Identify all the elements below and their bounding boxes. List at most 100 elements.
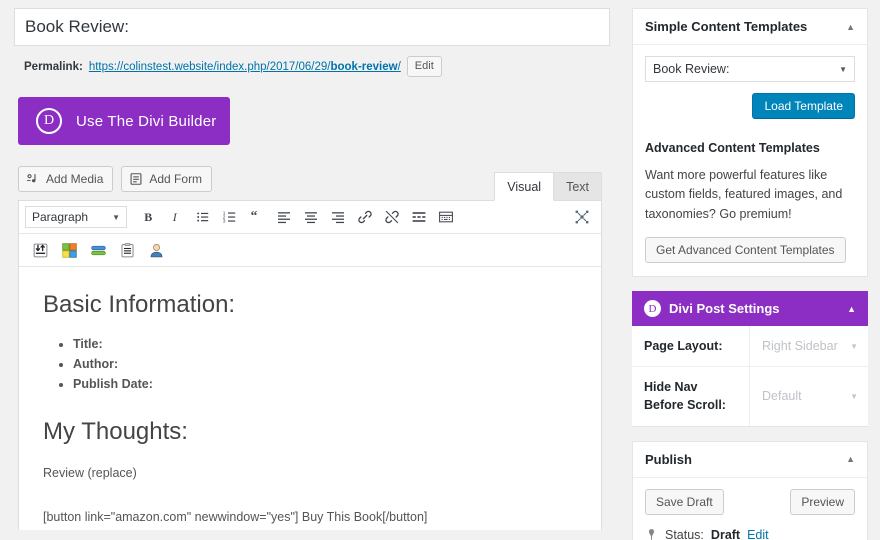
- list-view-icon[interactable]: [114, 238, 140, 262]
- post-editor-main-column: Permalink: https://colinstest.website/in…: [0, 0, 620, 540]
- status-row: Status: Draft Edit: [645, 528, 855, 540]
- svg-text:“: “: [251, 209, 258, 223]
- chevron-down-icon: ▼: [850, 392, 858, 401]
- add-media-icon: [26, 172, 40, 186]
- svg-text:3: 3: [223, 219, 226, 225]
- chevron-up-icon[interactable]: ▲: [846, 454, 855, 464]
- publish-actions-row: Save Draft Preview: [645, 489, 855, 515]
- insert-link-icon[interactable]: [352, 205, 378, 229]
- add-form-icon: [129, 172, 143, 186]
- editor-content-area[interactable]: Basic Information: Title: Author: Publis…: [19, 267, 601, 527]
- content-shortcode-paragraph: [button link="amazon.com" newwindow="yes…: [43, 507, 577, 527]
- use-divi-builder-button[interactable]: D Use The Divi Builder: [18, 97, 230, 145]
- permalink-slug: book-review: [330, 61, 397, 73]
- permalink-row: Permalink: https://colinstest.website/in…: [0, 46, 620, 77]
- status-value: Draft: [711, 528, 740, 540]
- user-icon[interactable]: [143, 238, 169, 262]
- divi-setting-row: Page Layout: Right Sidebar ▼: [632, 326, 868, 367]
- toolbar-toggle-icon[interactable]: [433, 205, 459, 229]
- simple-content-templates-body: Book Review: ▼ Load Template Advanced Co…: [633, 45, 867, 276]
- panel-title: Publish: [645, 452, 692, 467]
- divi-post-settings-panel: D Divi Post Settings ▲ Page Layout: Righ…: [632, 291, 868, 426]
- advanced-templates-text: Want more powerful features like custom …: [645, 166, 855, 224]
- preview-button[interactable]: Preview: [790, 489, 855, 515]
- chevron-up-icon[interactable]: ▲: [846, 22, 855, 32]
- add-media-button[interactable]: Add Media: [18, 166, 113, 192]
- page-layout-label: Page Layout:: [632, 326, 750, 366]
- wordpress-post-editor: Permalink: https://colinstest.website/in…: [0, 0, 880, 540]
- read-more-icon[interactable]: [406, 205, 432, 229]
- panel-title: Simple Content Templates: [645, 19, 807, 34]
- page-layout-value: Right Sidebar: [762, 339, 838, 353]
- panel-title: Divi Post Settings: [669, 301, 780, 316]
- content-heading-2: My Thoughts:: [43, 416, 577, 447]
- tab-visual[interactable]: Visual: [494, 172, 554, 201]
- align-right-icon[interactable]: [325, 205, 351, 229]
- simple-content-templates-panel: Simple Content Templates ▲ Book Review: …: [632, 8, 868, 277]
- divider-icon[interactable]: [85, 238, 111, 262]
- hide-nav-label: Hide Nav Before Scroll:: [632, 367, 750, 425]
- list-item: Title:: [73, 334, 577, 354]
- post-editor-sidebar: Simple Content Templates ▲ Book Review: …: [632, 8, 868, 540]
- chevron-down-icon: ▼: [850, 342, 858, 351]
- content-editor: Visual Text Paragraph ▼ B I: [18, 200, 602, 530]
- page-layout-select[interactable]: Right Sidebar ▼: [750, 326, 868, 366]
- post-title-wrapper: [0, 0, 620, 46]
- editor-mode-tabs: Visual Text: [494, 172, 602, 201]
- simple-content-templates-header[interactable]: Simple Content Templates ▲: [633, 9, 867, 45]
- blockquote-icon[interactable]: “: [244, 205, 270, 229]
- divi-logo-icon: D: [36, 108, 62, 134]
- edit-permalink-button[interactable]: Edit: [407, 56, 442, 77]
- distraction-free-icon[interactable]: [569, 205, 595, 229]
- bold-icon[interactable]: B: [136, 205, 162, 229]
- hide-nav-select[interactable]: Default ▼: [750, 367, 868, 425]
- paragraph-format-value: Paragraph: [32, 210, 88, 224]
- save-draft-button[interactable]: Save Draft: [645, 489, 724, 515]
- publish-panel-header[interactable]: Publish ▲: [633, 442, 867, 478]
- add-form-label: Add Form: [149, 171, 202, 187]
- svg-text:I: I: [172, 210, 178, 224]
- add-form-button[interactable]: Add Form: [121, 166, 212, 192]
- status-label: Status:: [665, 528, 704, 540]
- align-center-icon[interactable]: [298, 205, 324, 229]
- paragraph-format-select[interactable]: Paragraph ▼: [25, 206, 127, 228]
- publish-panel-body: Save Draft Preview Status: Draft Edit: [633, 478, 867, 540]
- import-export-icon[interactable]: [27, 238, 53, 262]
- permalink-base: https://colinstest.website/index.php/201…: [89, 61, 331, 73]
- chevron-down-icon: ▼: [839, 65, 847, 74]
- permalink-tail: /: [398, 61, 401, 73]
- advanced-templates-title: Advanced Content Templates: [645, 141, 855, 155]
- remove-link-icon[interactable]: [379, 205, 405, 229]
- align-left-icon[interactable]: [271, 205, 297, 229]
- content-heading-1: Basic Information:: [43, 289, 577, 320]
- load-template-button[interactable]: Load Template: [752, 93, 855, 119]
- divi-builder-label: Use The Divi Builder: [76, 113, 216, 130]
- content-bullet-list: Title: Author: Publish Date:: [43, 334, 577, 394]
- edit-status-link[interactable]: Edit: [747, 528, 769, 540]
- tab-text[interactable]: Text: [554, 172, 602, 201]
- get-advanced-templates-button[interactable]: Get Advanced Content Templates: [645, 237, 846, 263]
- publish-panel: Publish ▲ Save Draft Preview Status:: [632, 441, 868, 540]
- permalink-link[interactable]: https://colinstest.website/index.php/201…: [89, 61, 401, 73]
- divi-setting-row: Hide Nav Before Scroll: Default ▼: [632, 367, 868, 426]
- list-item: Author:: [73, 354, 577, 374]
- bulleted-list-icon[interactable]: [190, 205, 216, 229]
- template-select-value: Book Review:: [653, 62, 729, 76]
- hide-nav-value: Default: [762, 389, 802, 403]
- content-paragraph-1: Review (replace): [43, 463, 577, 483]
- editor-toolbar-row-1: Paragraph ▼ B I: [19, 201, 601, 234]
- italic-icon[interactable]: I: [163, 205, 189, 229]
- color-grid-icon[interactable]: [56, 238, 82, 262]
- chevron-down-icon: ▼: [112, 213, 120, 222]
- numbered-list-icon[interactable]: 1 2 3: [217, 205, 243, 229]
- template-select[interactable]: Book Review: ▼: [645, 56, 855, 82]
- editor-toolbar-row-2: [19, 234, 601, 267]
- svg-text:B: B: [144, 210, 152, 224]
- permalink-label: Permalink:: [24, 61, 83, 73]
- pin-icon: [645, 528, 658, 540]
- chevron-up-icon[interactable]: ▲: [847, 304, 856, 314]
- divi-post-settings-header[interactable]: D Divi Post Settings ▲: [632, 291, 868, 326]
- add-media-label: Add Media: [46, 171, 103, 187]
- list-item: Publish Date:: [73, 374, 577, 394]
- post-title-input[interactable]: [14, 8, 610, 46]
